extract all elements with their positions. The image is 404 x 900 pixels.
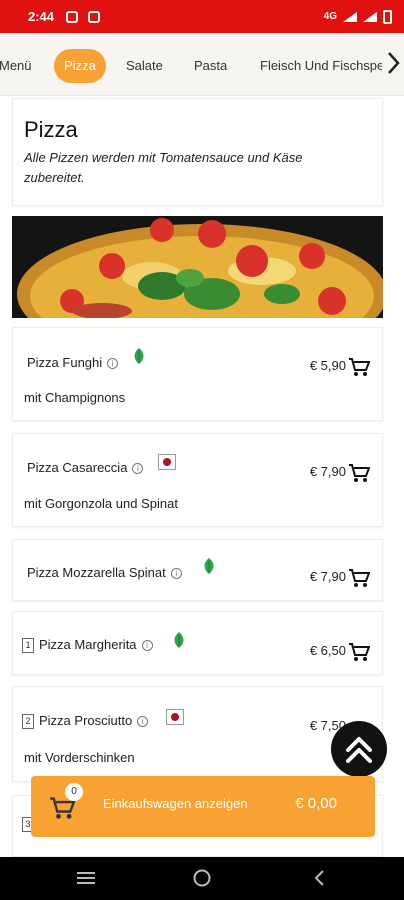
- status-time: 2:44: [28, 9, 55, 24]
- menu-item[interactable]: 2 Pizza Prosciutto i mit Vorderschinken € …: [12, 686, 383, 782]
- back-icon[interactable]: [313, 869, 325, 892]
- item-number: 2: [22, 714, 34, 730]
- cart-icon[interactable]: [348, 642, 371, 662]
- item-description: mit Gorgonzola und Spinat: [24, 496, 178, 511]
- veg-leaf-icon: [173, 632, 185, 648]
- scroll-top-icon: [346, 737, 372, 763]
- item-description: mit Champignons: [24, 390, 126, 405]
- cart-label: Einkaufswagen anzeigen: [103, 796, 248, 811]
- signal-icon: [343, 11, 357, 22]
- info-icon[interactable]: i: [137, 716, 149, 728]
- scroll-top-button[interactable]: [331, 721, 387, 777]
- menu-item[interactable]: Pizza Funghi i mit Champignons € 5,90: [12, 327, 383, 421]
- veg-leaf-icon: [203, 558, 215, 574]
- item-name: Pizza Margherita: [39, 637, 137, 652]
- nav-next-icon[interactable]: [382, 51, 404, 81]
- pizza-banner-image: [12, 216, 383, 318]
- item-name: Pizza Prosciutto: [39, 713, 133, 728]
- category-salate[interactable]: Salate: [126, 49, 168, 83]
- menu-item[interactable]: 1 Pizza Margherita i € 6,50: [12, 611, 383, 675]
- info-icon[interactable]: i: [132, 463, 144, 475]
- item-number: 1: [22, 638, 34, 654]
- meat-badge-icon: [158, 454, 176, 470]
- section-header: Pizza Alle Pizzen werden mit Tomatensauc…: [12, 98, 383, 206]
- item-price: € 6,50: [309, 643, 346, 658]
- category-pasta[interactable]: Pasta: [194, 49, 234, 83]
- section-description: Alle Pizzen werden mit Tomatensauce und …: [24, 150, 303, 185]
- cart-icon[interactable]: [348, 357, 371, 377]
- status-bar: 2:44 4G: [0, 0, 404, 33]
- network-label: 4G: [323, 11, 337, 22]
- category-pizza[interactable]: Pizza: [54, 49, 106, 83]
- item-name: Pizza Mozzarella Spinat: [27, 565, 166, 580]
- item-price: € 7,90: [309, 464, 346, 479]
- cart-total: € 0,00: [295, 795, 337, 812]
- home-icon[interactable]: [193, 869, 211, 892]
- item-name: Pizza Funghi: [27, 355, 103, 370]
- info-icon[interactable]: i: [170, 568, 182, 580]
- cart-icon[interactable]: [348, 568, 371, 588]
- system-nav-bar: [0, 857, 404, 900]
- cart-count-badge: 0: [65, 783, 83, 801]
- veg-leaf-icon: [133, 348, 145, 364]
- battery-icon: [383, 9, 392, 24]
- info-icon[interactable]: i: [107, 358, 119, 370]
- meat-badge-icon: [166, 709, 184, 725]
- view-cart-button[interactable]: 0 Einkaufswagen anzeigen € 0,00: [31, 776, 375, 837]
- app-notification-icon: [88, 10, 101, 23]
- cart-icon[interactable]: [348, 463, 371, 483]
- info-icon[interactable]: i: [141, 640, 153, 652]
- recent-apps-icon[interactable]: [77, 871, 95, 890]
- item-name: Pizza Casareccia: [27, 460, 128, 475]
- section-title: Pizza: [24, 117, 78, 142]
- notification-icon: [66, 10, 79, 23]
- item-price: € 5,90: [309, 358, 346, 373]
- category-menu[interactable]: Menü: [0, 49, 35, 83]
- category-fleisch-fisch[interactable]: Fleisch Und Fischspeisen: [260, 49, 384, 83]
- item-price: € 7,90: [309, 569, 346, 584]
- item-description: mit Vorderschinken: [24, 750, 135, 765]
- menu-item[interactable]: Pizza Casareccia i mit Gorgonzola und Spi…: [12, 433, 383, 527]
- menu-item[interactable]: Pizza Mozzarella Spinat i € 7,90: [12, 539, 383, 601]
- category-bar: Menü Pizza Salate Pasta Fleisch Und Fisc…: [0, 33, 404, 96]
- signal-icon-2: [363, 11, 377, 22]
